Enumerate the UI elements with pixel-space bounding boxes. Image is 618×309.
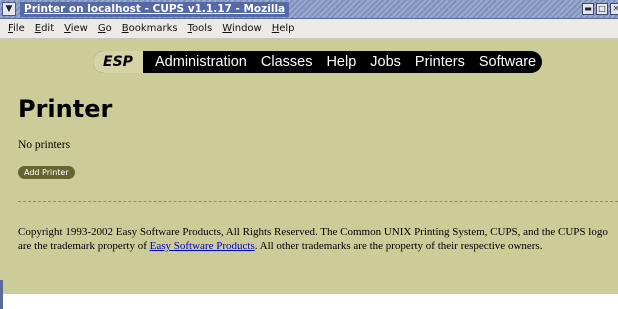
cups-navigation-bar: ESP Administration Classes Help Jobs Pri…: [93, 51, 542, 73]
nav-link-classes[interactable]: Classes: [261, 51, 313, 73]
close-icon: ✕: [612, 4, 618, 13]
chevron-down-icon: ▼: [5, 4, 13, 14]
nav-link-jobs[interactable]: Jobs: [370, 51, 401, 73]
menu-edit[interactable]: Edit: [31, 20, 60, 38]
minimize-button[interactable]: ▬: [582, 3, 594, 15]
close-button[interactable]: ✕: [610, 3, 618, 15]
page-content: ESP Administration Classes Help Jobs Pri…: [0, 39, 618, 294]
esp-logo[interactable]: ESP: [93, 51, 143, 73]
status-area: [0, 294, 618, 309]
copyright-notice: Copyright 1993-2002 Easy Software Produc…: [18, 225, 616, 253]
menu-bar: File Edit View Go Bookmarks Tools Window…: [0, 19, 618, 39]
nav-link-software[interactable]: Software: [479, 51, 536, 73]
menu-help[interactable]: Help: [268, 20, 301, 38]
add-printer-button[interactable]: Add Printer: [18, 166, 75, 179]
nav-links: Administration Classes Help Jobs Printer…: [155, 51, 550, 73]
window-title-bar[interactable]: ▼ Printer on localhost - CUPS v1.1.17 - …: [0, 0, 618, 19]
menu-bookmarks[interactable]: Bookmarks: [118, 20, 184, 38]
menu-tools[interactable]: Tools: [184, 20, 219, 38]
window-edge: [0, 280, 3, 309]
menu-view[interactable]: View: [60, 20, 94, 38]
copyright-text-after: . All other trademarks are the property …: [254, 240, 543, 252]
maximize-icon: □: [598, 4, 606, 13]
minimize-icon: ▬: [584, 4, 592, 13]
status-text: No printers: [18, 139, 71, 151]
page-title: Printer: [18, 95, 113, 123]
maximize-button[interactable]: □: [596, 3, 608, 15]
nav-link-administration[interactable]: Administration: [155, 51, 247, 73]
menu-file[interactable]: File: [4, 20, 31, 38]
window-title: Printer on localhost - CUPS v1.1.17 - Mo…: [20, 2, 290, 17]
menu-go[interactable]: Go: [94, 20, 118, 38]
nav-link-printers[interactable]: Printers: [415, 51, 465, 73]
menu-window[interactable]: Window: [218, 20, 267, 38]
divider: [18, 201, 618, 202]
window-menu-button[interactable]: ▼: [2, 2, 16, 16]
nav-link-help[interactable]: Help: [326, 51, 356, 73]
easy-software-link[interactable]: Easy Software Products: [150, 240, 255, 252]
